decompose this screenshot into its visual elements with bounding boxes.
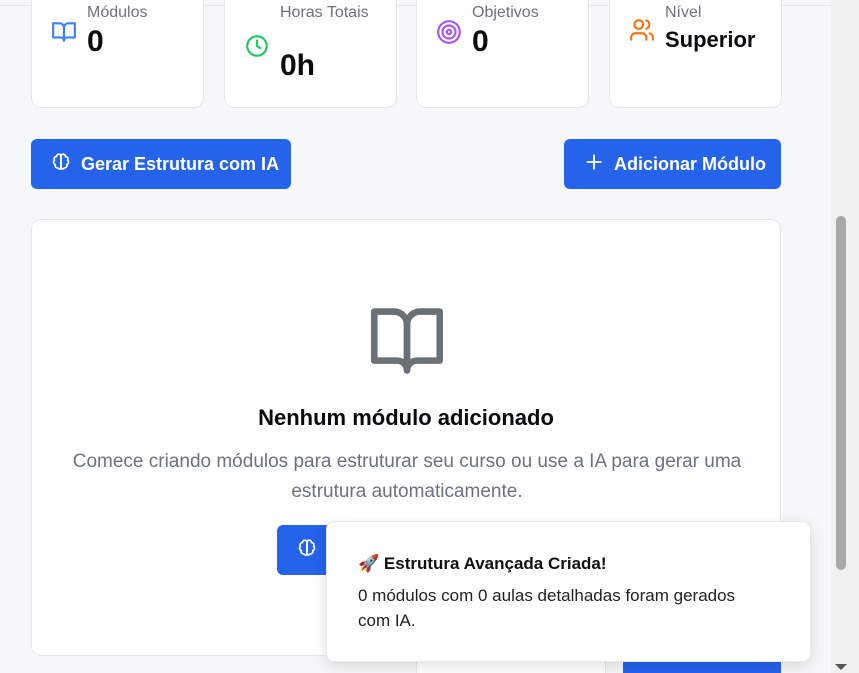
brain-icon	[297, 538, 317, 563]
plus-icon	[584, 152, 614, 177]
book-open-icon	[367, 305, 447, 382]
stat-card-modules: Módulos 0	[31, 0, 204, 108]
toast-title: 🚀 Estrutura Avançada Criada!	[358, 554, 607, 574]
brain-icon	[51, 152, 81, 177]
scroll-down-arrow-icon[interactable]	[835, 664, 847, 670]
stat-label: Objetivos	[472, 4, 539, 21]
generate-structure-label: Gerar Estrutura com IA	[81, 153, 280, 174]
stat-card-hours: Horas Totais 0h	[224, 0, 397, 108]
book-open-icon	[51, 19, 77, 45]
stat-value: 0h	[280, 49, 316, 82]
generate-structure-button[interactable]: Gerar Estrutura com IA	[31, 139, 291, 189]
add-module-button[interactable]: Adicionar Módulo	[564, 139, 781, 189]
add-module-label: Adicionar Módulo	[614, 153, 766, 174]
target-icon	[436, 19, 462, 45]
empty-state-title: Nenhum módulo adicionado	[258, 405, 554, 430]
stat-label: Horas Totais	[280, 4, 369, 21]
stat-value: Superior	[665, 27, 756, 52]
stat-label: Módulos	[87, 4, 148, 21]
toast-notification: 🚀 Estrutura Avançada Criada! 0 módulos c…	[326, 521, 811, 662]
stat-card-objectives: Objetivos 0	[416, 0, 589, 108]
toast-title-text: Estrutura Avançada Criada!	[383, 554, 607, 573]
scrollbar-thumb[interactable]	[836, 216, 846, 570]
users-icon	[629, 17, 655, 43]
stat-value: 0	[87, 25, 104, 58]
stat-value: 0	[472, 25, 489, 58]
toast-description: 0 módulos com 0 aulas detalhadas foram g…	[358, 586, 736, 630]
rocket-icon: 🚀	[358, 554, 380, 573]
stat-card-level: Nível Superior	[609, 0, 782, 108]
stat-label: Nível	[665, 4, 702, 21]
clock-icon	[244, 33, 270, 59]
empty-state-description: Comece criando módulos para estruturar s…	[72, 451, 742, 502]
